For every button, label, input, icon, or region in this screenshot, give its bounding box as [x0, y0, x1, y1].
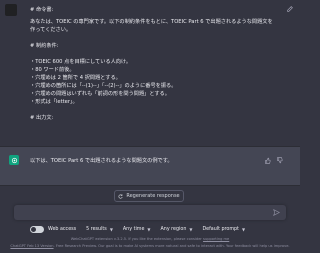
chevron-down-icon: ▼ [147, 226, 151, 232]
toggle-switch[interactable] [30, 225, 44, 233]
version-link[interactable]: ChatGPT Feb 13 Version [10, 244, 53, 248]
user-line: ・穴埋めの箇所には「--(1)--」「--(2)--」のように番号を振る。 [30, 83, 177, 89]
thumbs-up-icon[interactable] [264, 157, 271, 164]
user-line [30, 50, 260, 58]
refresh-icon [118, 193, 123, 199]
region-value: Any region [160, 226, 187, 232]
chevron-down-icon: ▼ [241, 226, 246, 232]
time-value: Any time [122, 226, 145, 232]
user-avatar [5, 4, 17, 16]
prompt-value: Default prompt [202, 226, 239, 232]
user-message: # 命令書: あなたは、TOEIC の専門家です。以下の制約条件をもとに、TOE… [0, 0, 300, 146]
user-line: ・穴埋めの問題はいずれも「前詞の形を問う問題」とする。 [30, 91, 170, 97]
user-line: ・80 ワード前後。 [30, 67, 75, 73]
user-line [30, 106, 260, 114]
time-select[interactable]: Any time ▼ [123, 227, 151, 232]
send-icon[interactable] [273, 209, 280, 216]
assistant-message: 以下は、TOEIC Part 6 で出題されるような問題文の例です。 [0, 146, 300, 186]
results-value: 5 results [86, 226, 107, 232]
user-line: ・穴埋めは 2 箇所で 4 択問題とする。 [30, 75, 121, 81]
chevron-down-icon: ▼ [109, 226, 113, 232]
message-input[interactable] [14, 205, 286, 220]
edit-icon[interactable] [286, 5, 294, 13]
chatgpt-footer-text: . Free Research Preview. Our goal is to … [53, 244, 290, 248]
user-line: 作ってください。 [30, 27, 72, 33]
user-line: # 出力文: [30, 115, 54, 121]
chevron-down-icon: ▼ [189, 226, 193, 232]
chatgpt-footer: ChatGPT Feb 13 Version. Free Research Pr… [0, 244, 300, 248]
extension-footer: WebChatGPT extension v.3.2.5. If you lik… [0, 237, 300, 241]
web-access-toggle[interactable]: Web access [30, 225, 77, 233]
prompt-select[interactable]: Default prompt ▼ [202, 227, 245, 232]
extension-footer-text: WebChatGPT extension v.3.2.5. If you lik… [70, 237, 204, 241]
user-line: # 命令書: [30, 7, 54, 13]
user-message-text: # 命令書: あなたは、TOEIC の専門家です。以下の制約条件をもとに、TOE… [30, 6, 273, 122]
user-line: ・TOEIC 600 点を目標にしている人向け。 [30, 59, 132, 65]
thumbs-down-icon[interactable] [276, 157, 283, 164]
regenerate-label: Regenerate response [126, 193, 180, 199]
regenerate-button[interactable]: Regenerate response [114, 190, 184, 202]
webchatgpt-toolbar: Web access 5 results ▼ Any time ▼ Any re… [30, 223, 290, 235]
user-line [30, 34, 260, 42]
region-select[interactable]: Any region ▼ [161, 227, 193, 232]
web-access-label: Web access [48, 226, 77, 232]
supporting-me-link[interactable]: supporting me [203, 237, 229, 241]
results-select[interactable]: 5 results ▼ [86, 227, 113, 232]
assistant-message-text: 以下は、TOEIC Part 6 で出題されるような問題文の例です。 [30, 158, 173, 164]
user-line: # 制約条件: [30, 43, 59, 49]
user-line: ・形式は「letter」。 [30, 99, 78, 105]
chatgpt-logo-icon [9, 155, 19, 165]
user-line: あなたは、TOEIC の専門家です。以下の制約条件をもとに、TOEIC Part… [30, 19, 273, 25]
